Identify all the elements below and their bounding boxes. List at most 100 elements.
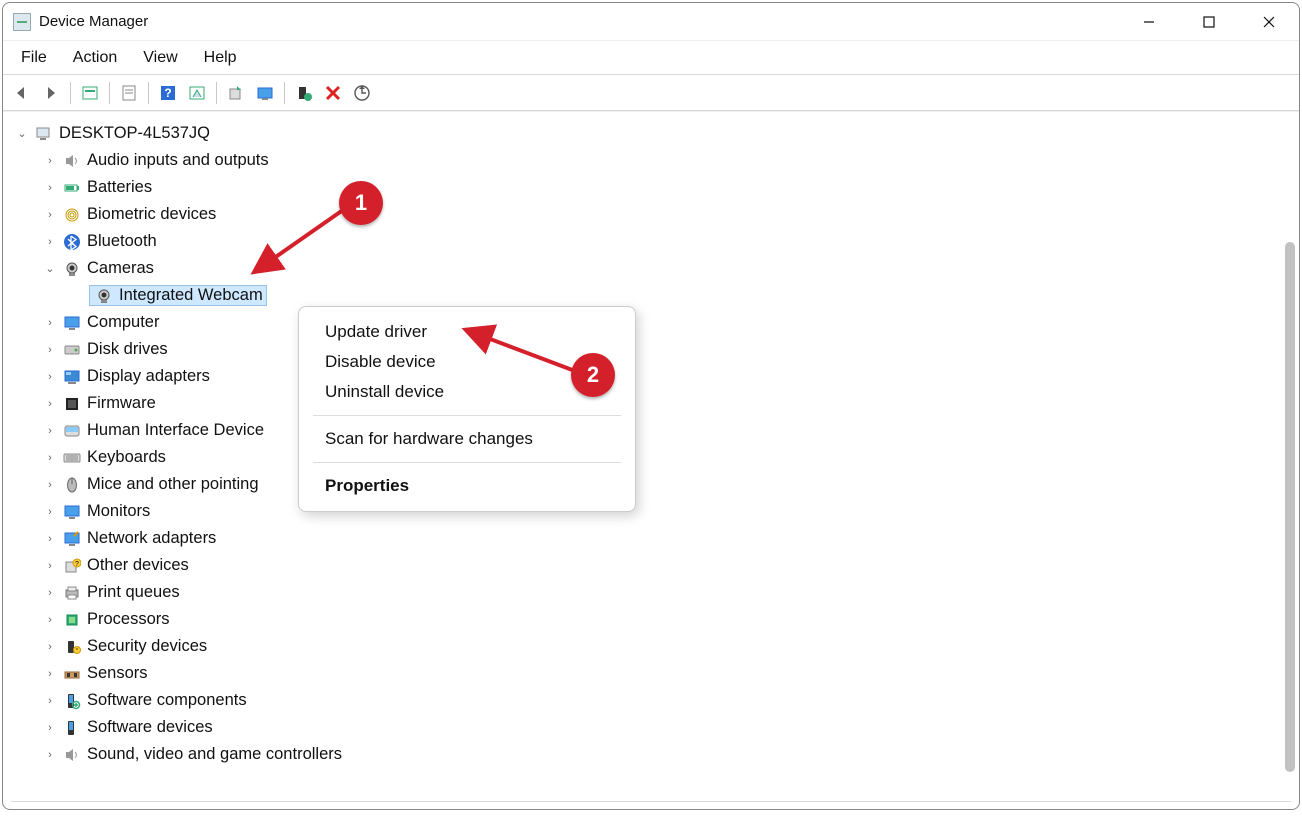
scan-hardware-icon[interactable] — [349, 80, 375, 106]
tree-node-security[interactable]: › Security devices — [13, 633, 1295, 660]
chevron-icon[interactable]: › — [43, 695, 57, 707]
chevron-icon[interactable]: › — [43, 344, 57, 356]
close-button[interactable] — [1239, 3, 1299, 41]
ctx-properties[interactable]: Properties — [299, 471, 635, 501]
tree-label: Firmware — [87, 394, 156, 413]
chevron-icon[interactable]: › — [43, 371, 57, 383]
tree-label: Human Interface Device — [87, 421, 264, 440]
update-driver-icon[interactable] — [223, 80, 249, 106]
action-properties-icon[interactable] — [184, 80, 210, 106]
network-icon — [61, 530, 83, 548]
menu-file[interactable]: File — [9, 45, 59, 71]
toolbar: ? — [3, 75, 1299, 111]
toolbar-sep — [284, 82, 285, 104]
chevron-icon[interactable]: › — [43, 452, 57, 464]
battery-icon — [61, 179, 83, 197]
tree-node-camera[interactable]: ⌄ Cameras — [13, 255, 1295, 282]
chevron-icon[interactable]: › — [43, 209, 57, 221]
chevron-icon[interactable]: › — [43, 236, 57, 248]
tree-label: Monitors — [87, 502, 150, 521]
tree-node-display[interactable]: › Display adapters — [13, 363, 1295, 390]
tree-node-hid[interactable]: › Human Interface Device — [13, 417, 1295, 444]
uninstall-icon[interactable] — [252, 80, 278, 106]
chevron-icon[interactable]: › — [43, 155, 57, 167]
scrollbar[interactable] — [1285, 242, 1295, 772]
tree-node-firmware[interactable]: › Firmware — [13, 390, 1295, 417]
chevron-icon[interactable]: › — [43, 749, 57, 761]
chevron-icon[interactable]: › — [43, 668, 57, 680]
tree-root[interactable]: ⌄ DESKTOP-4L537JQ — [13, 120, 1295, 147]
chevron-icon[interactable]: › — [43, 398, 57, 410]
tree-label: Security devices — [87, 637, 207, 656]
chevron-icon[interactable]: › — [43, 425, 57, 437]
menu-help[interactable]: Help — [192, 45, 249, 71]
tree-label: Processors — [87, 610, 170, 629]
tree-node-other[interactable]: › ? Other devices — [13, 552, 1295, 579]
device-tree[interactable]: ⌄ DESKTOP-4L537JQ› Audio inputs and outp… — [3, 112, 1299, 801]
sensor-icon — [61, 665, 83, 683]
enable-icon[interactable] — [291, 80, 317, 106]
chevron-icon[interactable]: › — [43, 317, 57, 329]
tree-node-keyboard[interactable]: › Keyboards — [13, 444, 1295, 471]
tree-label: Mice and other pointing — [87, 475, 259, 494]
titlebar: Device Manager — [3, 3, 1299, 41]
disable-icon[interactable] — [320, 80, 346, 106]
swdev-icon — [61, 719, 83, 737]
other-icon: ? — [61, 557, 83, 575]
show-hidden-icon[interactable] — [77, 80, 103, 106]
toolbar-sep — [109, 82, 110, 104]
tree-label: Other devices — [87, 556, 189, 575]
menu-action[interactable]: Action — [61, 45, 129, 71]
chevron-icon[interactable]: › — [43, 560, 57, 572]
ctx-update-driver[interactable]: Update driver — [299, 317, 635, 347]
tree-label: Print queues — [87, 583, 180, 602]
tree-node-battery[interactable]: › Batteries — [13, 174, 1295, 201]
chevron-icon[interactable]: › — [43, 587, 57, 599]
chevron-icon[interactable]: › — [43, 182, 57, 194]
monitor2-icon — [61, 503, 83, 521]
tree-node-cpu[interactable]: › Processors — [13, 606, 1295, 633]
annotation-badge-1: 1 — [339, 181, 383, 225]
tree-node-monitor[interactable]: › Computer — [13, 309, 1295, 336]
bluetooth-icon — [61, 233, 83, 251]
tree-label: Integrated Webcam — [119, 286, 263, 305]
minimize-button[interactable] — [1119, 3, 1179, 41]
properties-icon[interactable] — [116, 80, 142, 106]
tree-node-mouse[interactable]: › Mice and other pointing — [13, 471, 1295, 498]
status-border — [11, 801, 1291, 809]
chevron-icon[interactable]: › — [43, 641, 57, 653]
camera-icon — [61, 260, 83, 278]
chevron-icon[interactable]: › — [43, 614, 57, 626]
tree-node-webcam[interactable]: Integrated Webcam — [13, 282, 1295, 309]
chevron-down-icon[interactable]: ⌄ — [15, 127, 29, 140]
maximize-button[interactable] — [1179, 3, 1239, 41]
chevron-icon[interactable]: › — [43, 479, 57, 491]
tree-node-network[interactable]: › Network adapters — [13, 525, 1295, 552]
tree-node-monitor2[interactable]: › Monitors — [13, 498, 1295, 525]
tree-node-speaker[interactable]: › Audio inputs and outputs — [13, 147, 1295, 174]
chevron-icon[interactable]: › — [43, 533, 57, 545]
tree-label: Disk drives — [87, 340, 168, 359]
toolbar-sep — [148, 82, 149, 104]
tree-node-printer[interactable]: › Print queues — [13, 579, 1295, 606]
tree-node-fingerprint[interactable]: › Biometric devices — [13, 201, 1295, 228]
swcomp-icon — [61, 692, 83, 710]
scrollbar-thumb[interactable] — [1285, 242, 1295, 772]
tree-node-bluetooth[interactable]: › Bluetooth — [13, 228, 1295, 255]
chevron-icon[interactable]: › — [43, 506, 57, 518]
tree-node-sensor[interactable]: › Sensors — [13, 660, 1295, 687]
chevron-icon[interactable]: ⌄ — [43, 262, 57, 275]
forward-button[interactable] — [38, 80, 64, 106]
chevron-icon[interactable]: › — [43, 722, 57, 734]
ctx-scan-for-hardware-changes[interactable]: Scan for hardware changes — [299, 424, 635, 454]
tree-node-swdev[interactable]: › Software devices — [13, 714, 1295, 741]
tree-node-swcomp[interactable]: › Software components — [13, 687, 1295, 714]
menubar: File Action View Help — [3, 41, 1299, 75]
computer-icon — [33, 125, 55, 143]
help-icon[interactable]: ? — [155, 80, 181, 106]
menu-view[interactable]: View — [131, 45, 189, 71]
tree-node-disk[interactable]: › Disk drives — [13, 336, 1295, 363]
tree-label: Bluetooth — [87, 232, 157, 251]
back-button[interactable] — [9, 80, 35, 106]
tree-node-sound[interactable]: › Sound, video and game controllers — [13, 741, 1295, 768]
